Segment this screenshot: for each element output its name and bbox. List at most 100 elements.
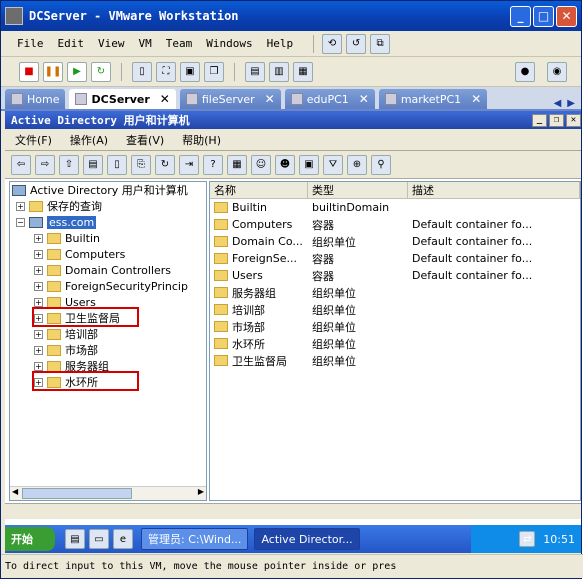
minimize-button[interactable]: _ [510,5,531,27]
column-header-description[interactable]: 描述 [408,182,580,198]
sidebar-toggle-icon[interactable]: ▯ [132,61,152,82]
revert-snapshot-icon[interactable]: ↺ [346,33,367,54]
tab-dcserver[interactable]: DCServer ✕ [69,89,176,109]
aduc-menu-file[interactable]: 文件(F) [15,132,52,148]
collapse-icon[interactable]: − [16,217,25,227]
new-user-icon[interactable]: ☺ [251,154,271,175]
menu-windows[interactable]: Windows [206,37,252,50]
close-tab-icon[interactable]: ✕ [471,92,481,106]
filter-icon[interactable]: ⛛ [323,154,343,175]
console-view-icon[interactable]: ▤ [245,61,265,82]
list-item[interactable]: Builtin builtinDomain [210,199,580,216]
maximize-button[interactable]: □ [533,5,554,27]
aduc-menu-help[interactable]: 帮助(H) [182,132,221,148]
guest-screen[interactable]: Active Directory 用户和计算机 _ ❐ ✕ 文件(F) 操作(A… [5,111,581,551]
tab-home[interactable]: Home [5,89,66,109]
snapshot-icon[interactable]: ⟲ [322,33,343,54]
find-icon[interactable]: ⚲ [371,154,391,175]
aduc-titlebar[interactable]: Active Directory 用户和计算机 _ ❐ ✕ [5,111,581,129]
expand-icon[interactable]: + [16,201,25,211]
list-item[interactable]: Users 容器 Default container fo... [210,267,580,284]
forward-icon[interactable]: ⇨ [35,154,55,175]
expand-icon[interactable]: + [34,345,43,355]
taskbar-item-aduc[interactable]: Active Director... [254,528,360,550]
taskbar-item-cmd[interactable]: 管理员: C:\Wind... [141,528,249,550]
expand-icon[interactable]: + [34,329,43,339]
scroll-thumb[interactable] [22,488,132,499]
add-to-group-icon[interactable]: ⊕ [347,154,367,175]
tree-item-domain[interactable]: − ess.com [10,214,206,230]
menu-view[interactable]: View [98,37,125,50]
up-level-icon[interactable]: ⇧ [59,154,79,175]
tab-scroll-right-icon[interactable]: ▶ [567,98,575,109]
power-off-icon[interactable]: ■ [19,61,39,82]
tree-horizontal-scrollbar[interactable]: ◀ ▶ [10,486,206,500]
tab-edupc1[interactable]: eduPC1 ✕ [284,89,375,109]
list-item[interactable]: ForeignSe... 容器 Default container fo... [210,250,580,267]
aduc-minimize-button[interactable]: _ [532,113,547,127]
menu-file[interactable]: File [17,37,44,50]
expand-icon[interactable]: + [34,297,43,307]
tree-item-saved-queries[interactable]: + 保存的查询 [10,198,206,214]
tree-item-peixunbu[interactable]: + 培训部 [10,326,206,342]
list-item[interactable]: 卫生监督局 组织单位 [210,352,580,369]
copy-icon[interactable]: ⎘ [131,154,151,175]
tab-fileserver[interactable]: fileServer ✕ [179,89,281,109]
close-tab-icon[interactable]: ✕ [265,92,275,106]
ie-icon[interactable]: e [113,529,133,549]
unity-icon[interactable]: ❐ [204,61,224,82]
tree-item-shichangbu[interactable]: + 市场部 [10,342,206,358]
window-titlebar[interactable]: DCServer - VMware Workstation _ □ ✕ [1,1,581,31]
summary-view-icon[interactable]: ▥ [269,61,289,82]
list-item[interactable]: 市场部 组织单位 [210,318,580,335]
aduc-menu-view[interactable]: 查看(V) [126,132,164,148]
close-tab-icon[interactable]: ✕ [160,92,170,106]
tree-item-foreign-security-principals[interactable]: + ForeignSecurityPrincip [10,278,206,294]
tab-scroll-left-icon[interactable]: ◀ [554,98,562,109]
new-group-icon[interactable]: ☻ [275,154,295,175]
help-icon[interactable]: ? [203,154,223,175]
suspend-icon[interactable]: ❚❚ [43,61,63,82]
tree-root[interactable]: Active Directory 用户和计算机 [10,182,206,198]
quick-switch-icon[interactable]: ▣ [180,61,200,82]
aduc-close-button[interactable]: ✕ [566,113,581,127]
expand-icon[interactable]: + [34,361,43,371]
expand-icon[interactable]: + [34,249,43,259]
list-item[interactable]: 服务器组 组织单位 [210,284,580,301]
expand-icon[interactable]: + [34,265,43,275]
list-item[interactable]: 水环所 组织单位 [210,335,580,352]
record-icon[interactable]: ● [515,61,535,82]
tab-marketpc1[interactable]: marketPC1 ✕ [378,89,488,109]
new-ou-icon[interactable]: ▣ [299,154,319,175]
show-desktop-icon[interactable]: ▭ [89,529,109,549]
start-button[interactable]: 开始 [5,527,55,551]
power-on-icon[interactable]: ▶ [67,61,87,82]
reset-icon[interactable]: ↻ [91,61,111,82]
export-list-icon[interactable]: ⇥ [179,154,199,175]
back-icon[interactable]: ⇦ [11,154,31,175]
expand-icon[interactable]: + [34,281,43,291]
replay-icon[interactable]: ◉ [547,61,567,82]
server-manager-icon[interactable]: ▤ [65,529,85,549]
properties-icon[interactable]: ▯ [107,154,127,175]
menu-team[interactable]: Team [166,37,193,50]
aduc-menu-action[interactable]: 操作(A) [70,132,108,148]
snapshot-manager-icon[interactable]: ⧉ [370,33,391,54]
tree-item-domain-controllers[interactable]: + Domain Controllers [10,262,206,278]
list-item[interactable]: Computers 容器 Default container fo... [210,216,580,233]
console-icon[interactable]: ▦ [227,154,247,175]
column-header-type[interactable]: 类型 [308,182,408,198]
scroll-right-icon[interactable]: ▶ [198,487,204,496]
menu-vm[interactable]: VM [139,37,152,50]
list-item[interactable]: Domain Co... 组织单位 Default container fo... [210,233,580,250]
list-item[interactable]: 培训部 组织单位 [210,301,580,318]
expand-icon[interactable]: + [34,233,43,243]
tree-item-builtin[interactable]: + Builtin [10,230,206,246]
full-screen-icon[interactable]: ⛶ [156,61,176,82]
menu-help[interactable]: Help [267,37,294,50]
aduc-restore-button[interactable]: ❐ [549,113,564,127]
close-tab-icon[interactable]: ✕ [359,92,369,106]
network-icon[interactable]: ⇄ [519,531,536,547]
close-button[interactable]: ✕ [556,5,577,27]
tree-item-computers[interactable]: + Computers [10,246,206,262]
